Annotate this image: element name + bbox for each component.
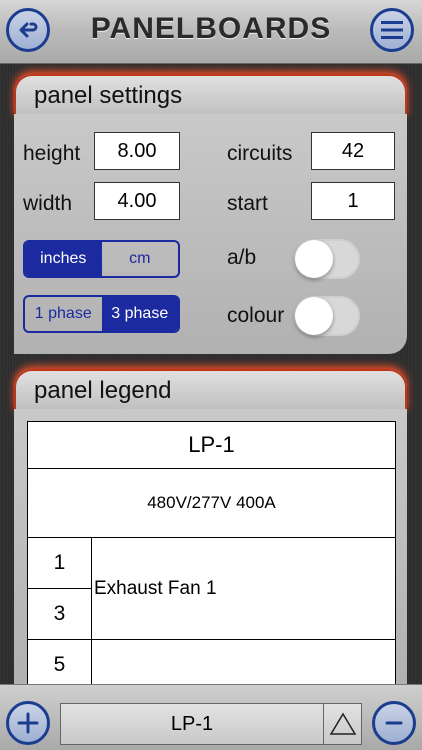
triangle-up-icon xyxy=(329,712,356,735)
circuits-field[interactable]: 42 xyxy=(311,132,395,170)
minus-icon xyxy=(385,721,403,725)
current-panel-field[interactable]: LP-1 xyxy=(60,703,362,745)
phase-segmented-control: 1 phase 3 phase xyxy=(23,295,180,333)
legend-panel-rating[interactable]: 480V/277V 400A xyxy=(27,468,396,538)
panel-legend-title: panel legend xyxy=(34,377,172,404)
panel-settings: height 8.00 circuits 42 width 4.00 start… xyxy=(14,114,407,354)
menu-button[interactable] xyxy=(370,8,414,52)
back-arrow-icon xyxy=(19,22,38,38)
units-segmented-control: inches cm xyxy=(23,240,180,278)
colour-toggle-knob xyxy=(295,297,333,335)
ab-toggle[interactable] xyxy=(294,239,360,279)
menu-icon xyxy=(381,21,403,39)
panel-settings-header: panel settings xyxy=(14,74,407,118)
start-field[interactable]: 1 xyxy=(311,182,395,220)
panel-legend-header: panel legend xyxy=(14,369,407,413)
legend-circuit-description[interactable] xyxy=(91,639,396,691)
legend-circuit-number: 3 xyxy=(27,588,92,640)
plus-icon xyxy=(17,712,39,734)
units-cm-option[interactable]: cm xyxy=(102,242,179,276)
circuits-label: circuits xyxy=(227,142,293,165)
legend-circuit-number: 5 xyxy=(27,639,92,691)
width-field[interactable]: 4.00 xyxy=(94,182,180,220)
current-panel-name: LP-1 xyxy=(170,713,214,735)
ab-toggle-knob xyxy=(295,240,333,278)
legend-table: LP-1 480V/277V 400A 1 Exhaust Fan 1 3 5 xyxy=(27,421,396,691)
page-title: PANELBOARDS xyxy=(90,12,332,45)
legend-panel-name[interactable]: LP-1 xyxy=(27,421,396,469)
units-inches-option[interactable]: inches xyxy=(25,242,102,276)
height-field[interactable]: 8.00 xyxy=(94,132,180,170)
ab-label: a/b xyxy=(227,246,257,269)
top-bar: PANELBOARDS xyxy=(0,0,422,64)
phase-1-option[interactable]: 1 phase xyxy=(25,297,102,331)
start-label: start xyxy=(227,192,268,215)
colour-toggle[interactable] xyxy=(294,296,360,336)
add-panel-button[interactable] xyxy=(6,701,50,745)
legend-circuit-number: 1 xyxy=(27,537,92,589)
colour-label: colour xyxy=(227,304,285,327)
phase-3-option[interactable]: 3 phase xyxy=(101,297,178,331)
panel-settings-title: panel settings xyxy=(34,82,183,109)
back-button[interactable] xyxy=(6,8,50,52)
legend-circuit-description[interactable]: Exhaust Fan 1 xyxy=(91,537,396,640)
panel-picker-button[interactable] xyxy=(323,704,361,744)
width-label: width xyxy=(23,192,73,215)
remove-panel-button[interactable] xyxy=(372,701,416,745)
height-label: height xyxy=(23,142,81,165)
bottom-bar: LP-1 xyxy=(0,684,422,750)
